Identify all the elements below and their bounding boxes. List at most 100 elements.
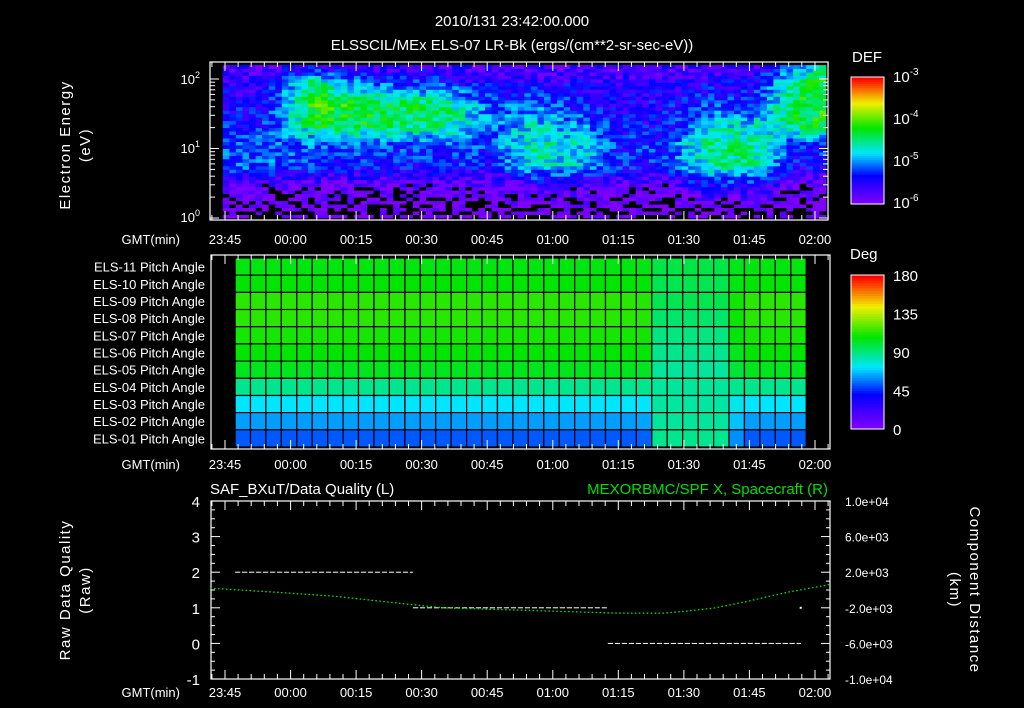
spectrogram-cell (511, 120, 519, 125)
pitch-angle-cell (712, 429, 730, 448)
spectrogram-cell (596, 190, 604, 195)
pitch-angle-cell (404, 429, 421, 448)
pitch-angle-cell (620, 291, 637, 311)
spectrogram-cell (406, 214, 414, 219)
spectrogram-cell (504, 72, 512, 76)
spectrogram-cell (616, 193, 624, 198)
spectrogram-cell (576, 141, 584, 146)
pitch-angle-cell (496, 308, 514, 328)
spectrogram-cell (570, 204, 578, 208)
spectrogram-cell (681, 176, 689, 181)
spectrogram-cell (642, 117, 650, 122)
spectrogram-cell (760, 186, 768, 191)
pitch-angle-cell (404, 326, 421, 345)
spectrogram-cell (262, 162, 270, 167)
pitch-angle-cell (697, 394, 715, 414)
spectrogram-cell (294, 179, 302, 184)
pitch-angle-cell (357, 326, 375, 345)
spectrogram-cell (340, 138, 348, 142)
spectrogram-cell (721, 148, 728, 153)
spectrogram-cell (445, 79, 453, 83)
spectrogram-cell (635, 103, 643, 108)
spectrogram-cell (314, 117, 322, 122)
spectrogram-cell (222, 103, 230, 108)
spectrogram-cell (753, 134, 761, 139)
spectrogram-cell (747, 92, 755, 97)
spectrogram-cell (458, 110, 466, 115)
pitch-angle-cell (743, 360, 761, 379)
pitch-angle-cell (604, 412, 622, 431)
spectrogram-cell (511, 82, 519, 87)
spectrogram-cell (249, 117, 256, 122)
spectrogram-cell (321, 134, 329, 139)
spectrogram-cell (648, 214, 656, 219)
time-tick-label: 01:30 (668, 232, 701, 247)
spectrogram-cell (570, 96, 578, 101)
spectrogram-cell (406, 138, 414, 142)
spectrogram-cell (294, 141, 302, 146)
spectrogram-cell (445, 106, 453, 111)
spectrogram-cell (255, 190, 263, 195)
spectrogram-cell (734, 155, 742, 160)
quality-frame (210, 500, 831, 680)
spectrogram-cell (458, 141, 466, 146)
spectrogram-cell (288, 148, 296, 153)
spectrogram-cell (681, 99, 689, 104)
spectrogram-cell (222, 162, 230, 167)
spectrogram-cell (458, 75, 466, 80)
pitch-angle-cell (620, 274, 637, 294)
spectrogram-cell (589, 162, 597, 167)
spectrogram-cell (675, 214, 683, 219)
spectrogram-cell (511, 89, 519, 94)
spectrogram-cell (360, 131, 368, 135)
spectrogram-cell (426, 106, 433, 111)
spectrogram-cell (537, 141, 545, 146)
spectrogram-cell (308, 99, 315, 104)
spectrogram-cell (465, 193, 473, 198)
spectrogram-cell (642, 193, 650, 198)
spectrogram-cell (576, 197, 584, 202)
spectrogram-cell (498, 183, 506, 188)
spectrogram-cell (576, 120, 584, 125)
spectrogram-cell (648, 120, 656, 125)
spectrogram-cell (629, 141, 637, 146)
plot-timestamp: 2010/131 23:42:00.000 (435, 13, 589, 30)
spectrogram-cell (616, 169, 624, 174)
spectrogram-cell (465, 148, 473, 153)
spectrogram-cell (714, 148, 722, 153)
spectrogram-cell (701, 127, 709, 132)
spectrogram-cell (399, 117, 407, 122)
spectrogram-cell (544, 204, 551, 208)
spectrogram-cell (268, 169, 276, 174)
spectrogram-cell (281, 65, 289, 69)
spectrogram-cell (537, 152, 545, 156)
spectrogram-cell (681, 214, 689, 219)
spectrogram-cell (616, 103, 624, 108)
deg-colorbar-title: Deg (850, 246, 878, 263)
spectrogram-cell (478, 162, 486, 167)
spectrogram-cell (596, 124, 604, 129)
spectrogram-cell (321, 103, 329, 108)
spectrogram-cell (544, 165, 551, 170)
spectrogram-cell (557, 99, 565, 104)
spectrogram-cell (668, 110, 676, 115)
spectrogram-cell (334, 179, 342, 184)
spectrogram-cell (747, 179, 755, 184)
spectrogram-cell (419, 89, 427, 94)
spectrogram-cell (688, 204, 696, 208)
spectrogram-cell (740, 145, 748, 149)
spectrogram-cell (570, 134, 578, 139)
pitch-angle-cell (404, 291, 421, 311)
spectrogram-cell (550, 204, 558, 208)
spectrogram-cell (334, 110, 342, 115)
spectrogram-cell (727, 190, 735, 195)
spectrogram-cell (622, 68, 630, 73)
spectrogram-cell (373, 162, 381, 167)
spectrogram-cell (222, 92, 230, 97)
spectrogram-cell (622, 204, 630, 208)
spectrogram-cell (707, 92, 715, 97)
pitch-angle-cell (280, 360, 298, 379)
spectrogram-cell (701, 131, 709, 135)
spectrogram-cell (707, 179, 715, 184)
pitch-angle-cell (604, 291, 622, 311)
